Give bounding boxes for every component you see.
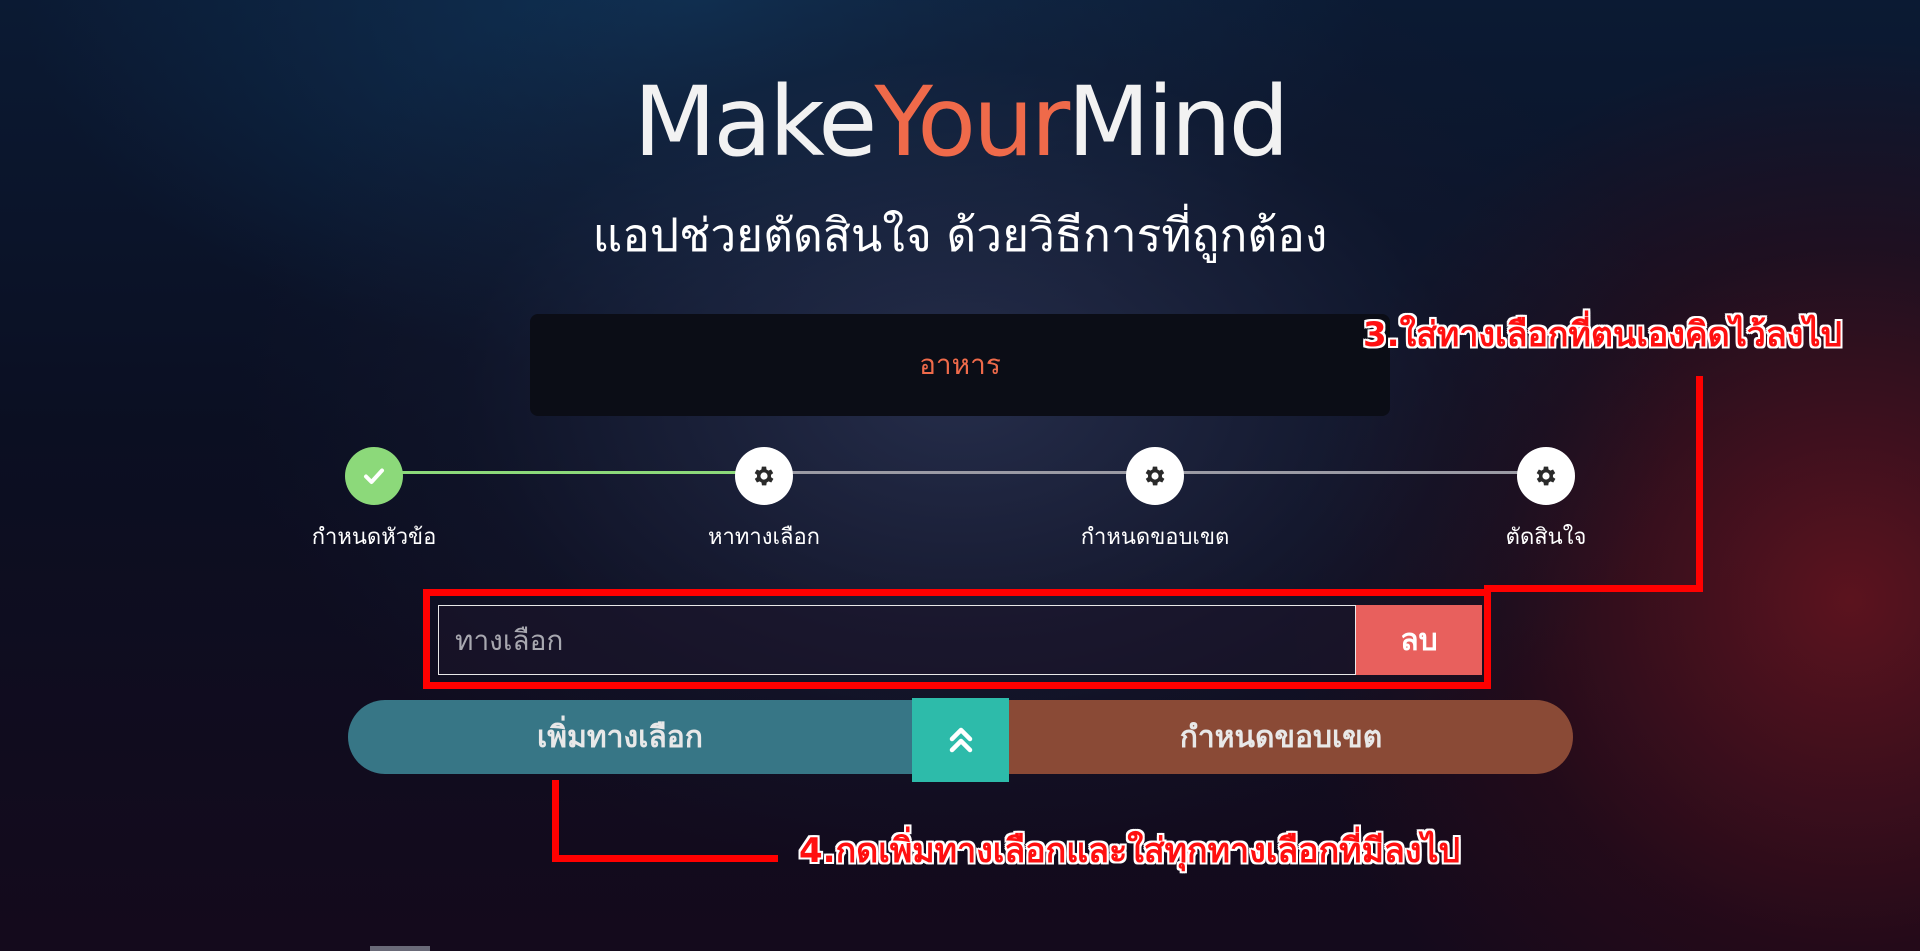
step-3-label: กำหนดขอบเขต xyxy=(1080,525,1230,550)
double-chevron-up-icon xyxy=(949,727,972,753)
app-logo: MakeYourMind xyxy=(0,62,1920,182)
annotation-step-3: 3.ใส่ทางเลือกที่ตนเองคิดไว้ลงไป xyxy=(1363,315,1843,355)
annotation-line-3-vertical xyxy=(1696,376,1703,592)
check-icon xyxy=(364,468,384,484)
logo-your: Your xyxy=(874,66,1070,178)
add-option-button[interactable]: เพิ่มทางเลือก xyxy=(348,700,912,774)
scroll-indicator xyxy=(370,946,430,951)
stepper-line-done xyxy=(374,471,764,474)
step-2-label: หาทางเลือก xyxy=(708,525,820,550)
annotation-step-4: 4.กดเพิ่มทางเลือกและใส่ทุกทางเลือกที่มีล… xyxy=(799,831,1461,871)
topic-display: อาหาร xyxy=(530,314,1390,416)
step-1-label: กำหนดหัวข้อ xyxy=(311,525,437,550)
set-limit-button[interactable]: กำหนดขอบเขต xyxy=(1009,700,1573,774)
step-4-label: ตัดสินใจ xyxy=(1505,525,1587,550)
step-1-indicator xyxy=(345,447,403,505)
app-subtitle: แอปช่วยตัดสินใจ ด้วยวิธีการที่ถูกต้อง xyxy=(592,208,1328,262)
step-2-indicator xyxy=(735,447,793,505)
collapse-button[interactable] xyxy=(912,698,1009,782)
logo-mind: Mind xyxy=(1067,66,1289,178)
step-3-indicator xyxy=(1126,447,1184,505)
annotation-line-3-horizontal xyxy=(1484,585,1703,592)
gear-icon xyxy=(1536,466,1556,486)
gear-icon xyxy=(754,466,774,486)
step-4-indicator xyxy=(1517,447,1575,505)
topic-value: อาหาร xyxy=(919,348,1001,381)
gear-icon xyxy=(1145,466,1165,486)
annotation-highlight-box xyxy=(423,589,1491,689)
annotation-line-4-horizontal xyxy=(552,855,778,862)
logo-make: Make xyxy=(633,66,877,178)
annotation-line-4-vertical xyxy=(552,780,559,862)
